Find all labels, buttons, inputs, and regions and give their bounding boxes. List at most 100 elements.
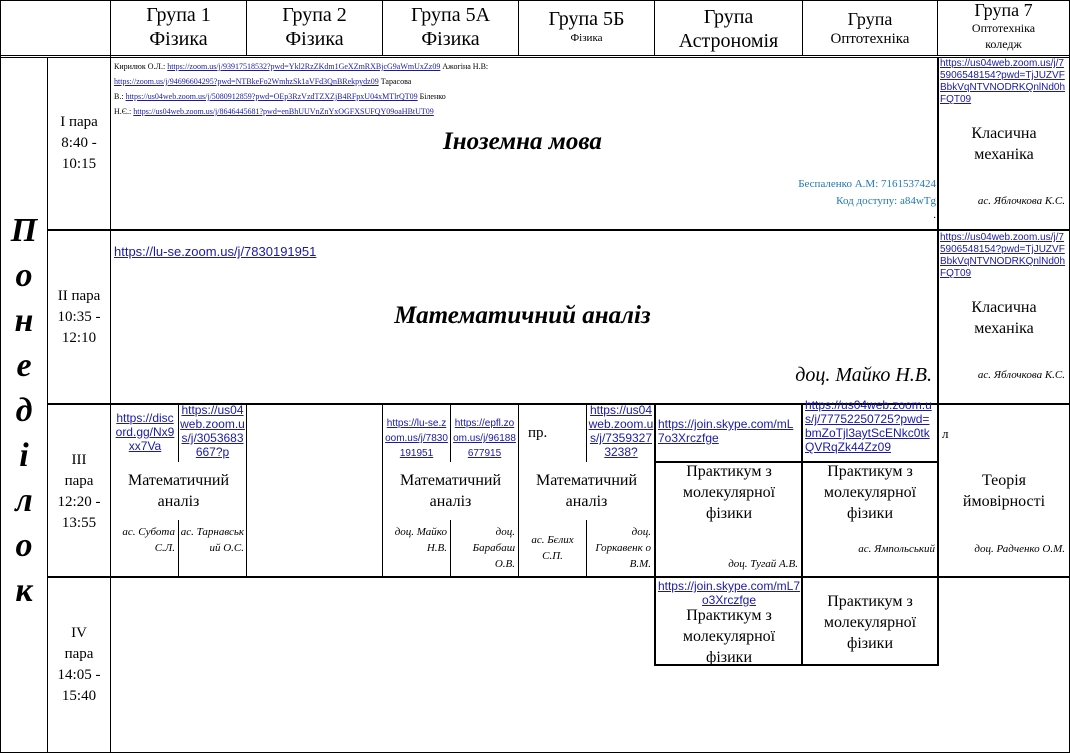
g5b-p3-teacher-b: доц. Горкавенк о В.М. [595,526,651,570]
header-group5a: Група 5А Фізика [383,3,518,51]
header-group1-spec: Фізика [149,28,208,50]
g7-p2-link[interactable]: https://us04web.zoom.us/j/75906548154?pw… [940,232,1068,280]
g5b-p3-teacher-a: ас. Бєлих С.П. [531,534,574,562]
g7-p1-link[interactable]: https://us04web.zoom.us/j/75906548154?pw… [940,58,1068,106]
g5b-p3-pr: пр. [528,425,548,441]
day-letter: П [10,212,38,249]
header-optotech-name: Група [847,9,893,29]
g7-p3-teacher: доц. Радченко О.М. [974,543,1065,555]
subject-line: фізики [846,635,894,652]
subject-line: Математичний [128,472,229,489]
header-group2: Група 2 Фізика [247,3,382,51]
period-label: пара [64,646,94,662]
period-time-start: 8:40 - [61,135,97,151]
header-group5a-spec: Фізика [421,28,480,50]
p1-note-line: Код доступу: a84wTg [836,195,936,207]
subject-line: Практикум з [686,607,772,624]
p2-link[interactable]: https://lu-se.zoom.us/j/7830191951 [114,244,514,259]
teacher-name: Ажогіна Н.В: [442,62,489,71]
p1-links: Кирилюк О.Л.: https://zoom.us/j/93917518… [114,59,614,119]
opto-p3-link[interactable]: https://us04web.zoom.us/j/77752250725?pw… [805,398,936,460]
subject-line: молекулярної [823,614,917,631]
g5a-p3-link-a[interactable]: https://lu-se.zoom.us/j/7830191951 [384,416,449,461]
astro-p4-link[interactable]: https://join.skype.com/mL7o3Xrczfge [657,579,801,607]
day-letter: к [15,572,33,609]
g5a-p3-teacher-a: доц. Майко Н.В. [394,526,447,554]
day-letter: л [15,482,33,519]
subject-line: аналіз [429,493,472,510]
p1-subject: Іноземна мова [443,128,602,155]
subject-line: молекулярної [823,484,917,501]
subject-line: Теорія [981,472,1027,489]
header-optotech-spec: Оптотехніка [830,31,910,47]
astro-p4-subject: Практикум з молекулярної фізики [656,605,802,668]
g7-p2-subject: Класична механіка [939,297,1069,339]
period-label: I пара [60,114,98,130]
period-3: III пара 12:20 - 13:55 [48,450,110,534]
zoom-link[interactable]: https://zoom.us/j/93917518532?pwd=Ykl2Rz… [167,62,440,71]
period-time-start: 12:20 - [57,494,101,510]
header-group5a-name: Група 5А [410,4,491,26]
g7-p3-mark: л [942,426,949,441]
subject-line: ймовірності [962,493,1046,510]
opto-p4-subject: Практикум з молекулярної фізики [803,591,937,654]
p1-note: Беспаленко А.М: 7161537424 Код доступу: … [650,176,936,221]
period-1: I пара 8:40 - 10:15 [48,112,110,175]
teacher-name: Біленко [419,92,446,101]
period-label: пара [64,473,94,489]
period-time-end: 15:40 [61,688,97,704]
header-group5b-spec: Фізика [570,32,603,44]
p1-note-line: . [933,209,936,221]
day-letter: о [15,527,33,564]
period-time-start: 10:35 - [57,309,101,325]
astro-p3-teacher: доц. Тугай А.В. [728,558,798,570]
header-group7: Група 7 Оптотехніка коледж [938,0,1069,55]
p2-subject: Математичний аналіз [394,302,651,329]
g5a-p3-link-b[interactable]: https://epfl.zoom.us/j/96188677915 [452,416,517,461]
header-group1-name: Група 1 [146,4,211,26]
g7-p1-subject: Класична механіка [939,123,1069,165]
period-time-end: 10:15 [61,156,97,172]
g5a-p3-teacher-b: доц. Барабаш О.В. [472,526,515,570]
day-name: П о н е д і л о к [1,208,47,613]
g5a-p3-subject: Математичний аналіз [383,470,518,512]
header-astronomy-spec: Астрономія [678,30,779,52]
zoom-link[interactable]: https://us04web.zoom.us/j/8646445681?pwd… [133,107,434,116]
period-label: III [71,452,87,468]
subject-line: аналіз [565,493,608,510]
zoom-link[interactable]: https://zoom.us/j/94696604295?pwd=NTBkeF… [114,77,379,86]
subject-line: Математичний [536,472,637,489]
p2-teacher: доц. Майко Н.В. [795,364,932,386]
astro-p3-link[interactable]: https://join.skype.com/mL7o3Xrczfge [658,417,800,445]
subject-line: механіка [974,146,1034,163]
subject-line: Математичний [400,472,501,489]
astro-p3-subject: Практикум з молекулярної фізики [656,461,802,524]
period-label: IV [71,625,87,641]
day-letter: д [15,392,33,429]
header-astronomy: Група Астрономія [655,5,802,53]
period-label: II пара [57,288,101,304]
header-group5b-name: Група 5Б [548,8,625,30]
day-letter: е [16,347,32,384]
subject-line: Класична [971,299,1037,316]
subject-line: фізики [705,505,753,522]
zoom-link[interactable]: https://us04web.zoom.us/j/5080912859?pwd… [126,92,418,101]
opto-p3-subject: Практикум з молекулярної фізики [803,461,937,524]
subject-line: механіка [974,320,1034,337]
p1-note-line: Беспаленко А.М: 7161537424 [798,178,936,190]
header-group2-name: Група 2 [282,4,347,26]
period-time-end: 12:10 [61,330,97,346]
g1-p3-link-b[interactable]: https://us04web.zoom.us/j/3053683667?p [180,403,245,461]
period-time-start: 14:05 - [57,667,101,683]
g5b-p3-link[interactable]: https://us04web.zoom.us/j/73593273238? [588,403,654,461]
subject-line: Класична [971,125,1037,142]
header-group7-spec2: коледж [985,37,1022,51]
period-2: II пара 10:35 - 12:10 [48,286,110,349]
teacher-name: Кирилюк О.Л.: [114,62,166,71]
header-group7-name: Група 7 [974,0,1033,20]
subject-line: молекулярної [682,484,776,501]
g1-p3-link-a[interactable]: https://discord.gg/Nx9xx7Va [113,411,177,461]
g5b-p3-subject: Математичний аналіз [519,470,654,512]
day-letter: о [15,257,33,294]
subject-line: фізики [846,505,894,522]
